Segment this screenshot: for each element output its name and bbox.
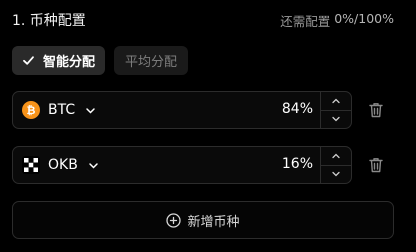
section-title: 1. 币种配置 [12, 13, 86, 29]
add-coin-button[interactable]: 新增币种 [12, 201, 394, 239]
decrement-button[interactable] [321, 111, 351, 129]
allocation-row-okb: OKB 16% [12, 146, 352, 184]
trash-icon [369, 158, 383, 173]
percent-stepper [320, 92, 351, 128]
plus-circle-icon [166, 212, 182, 228]
delete-button[interactable] [363, 97, 389, 123]
allocation-mode-tabs: 智能分配 平均分配 [12, 46, 189, 75]
coin-selector[interactable]: OKB [22, 156, 99, 174]
svg-text:₿: ₿ [27, 104, 36, 117]
okb-icon [22, 156, 40, 174]
increment-button[interactable] [321, 92, 351, 111]
chevron-down-icon [332, 172, 340, 177]
remaining-label: 还需配置 [280, 13, 331, 29]
bitcoin-icon: ₿ [22, 101, 40, 119]
tab-equal-allocation[interactable]: 平均分配 [114, 46, 189, 75]
tab-smart-allocation[interactable]: 智能分配 [12, 46, 106, 75]
chevron-up-icon [332, 153, 340, 158]
remaining-allocation: 还需配置 0%/100% [280, 11, 394, 30]
chevron-down-icon [88, 160, 99, 171]
coin-selector[interactable]: ₿ BTC [22, 101, 96, 119]
section-header: 1. 币种配置 还需配置 0%/100% [12, 10, 394, 30]
tab-label: 平均分配 [125, 55, 178, 70]
coin-name: BTC [48, 102, 76, 118]
allocation-percent-input[interactable]: 84% [282, 101, 313, 117]
allocation-percent-input[interactable]: 16% [282, 156, 313, 172]
add-coin-label: 新增币种 [187, 214, 240, 230]
percent-stepper [320, 147, 351, 183]
decrement-button[interactable] [321, 166, 351, 184]
remaining-value: 0%/100% [334, 10, 394, 26]
tab-label: 智能分配 [43, 55, 96, 70]
check-icon [22, 54, 35, 67]
chevron-up-icon [332, 98, 340, 103]
chevron-down-icon [85, 105, 96, 116]
coin-name: OKB [48, 157, 78, 173]
trash-icon [369, 103, 383, 118]
chevron-down-icon [332, 117, 340, 122]
delete-button[interactable] [363, 152, 389, 178]
increment-button[interactable] [321, 147, 351, 166]
allocation-row-btc: ₿ BTC 84% [12, 91, 352, 129]
